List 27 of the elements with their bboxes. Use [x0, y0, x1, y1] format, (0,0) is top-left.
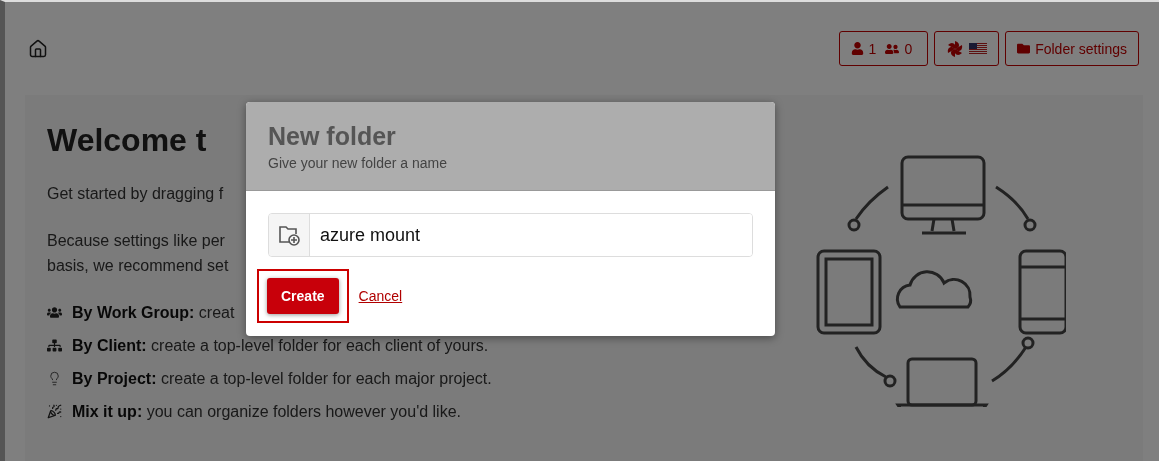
- folder-name-field[interactable]: azure mount: [268, 213, 753, 257]
- people-icon: [47, 305, 62, 320]
- cancel-link[interactable]: Cancel: [358, 288, 403, 304]
- user-icon: [850, 42, 864, 55]
- folder-icon: [1017, 42, 1031, 55]
- welcome-text: basis, we recommend set: [47, 256, 229, 276]
- home-icon[interactable]: [28, 38, 48, 59]
- pinwheel-icon: [946, 39, 965, 58]
- dialog-subtitle: Give your new folder a name: [268, 155, 448, 171]
- create-button[interactable]: Create: [267, 278, 339, 314]
- welcome-text: Get started by dragging f: [47, 184, 224, 204]
- folder-plus-icon: [277, 223, 301, 247]
- tip-text: By Project: create a top-level folder for each major project.: [72, 369, 492, 388]
- members-button[interactable]: 1 0: [838, 31, 929, 66]
- folder-settings-button[interactable]: Folder settings: [1005, 31, 1139, 66]
- tip-text: By Work Group: creat: [72, 303, 235, 322]
- party-popper-icon: [47, 404, 62, 419]
- users-icon: [885, 41, 900, 56]
- hierarchy-icon: [47, 338, 62, 353]
- language-button[interactable]: [934, 31, 1000, 66]
- dialog-title: New folder: [268, 122, 397, 151]
- welcome-text: Because settings like per: [47, 231, 225, 251]
- flag-icon: [969, 42, 988, 55]
- tip-text: By Client: create a top-level folder for each client of yours.: [72, 336, 489, 355]
- tip-text: Mix it up: you can organize folders however you'd like.: [72, 402, 461, 421]
- welcome-title: Welcome t: [47, 122, 207, 159]
- lightbulb-icon: [47, 371, 62, 386]
